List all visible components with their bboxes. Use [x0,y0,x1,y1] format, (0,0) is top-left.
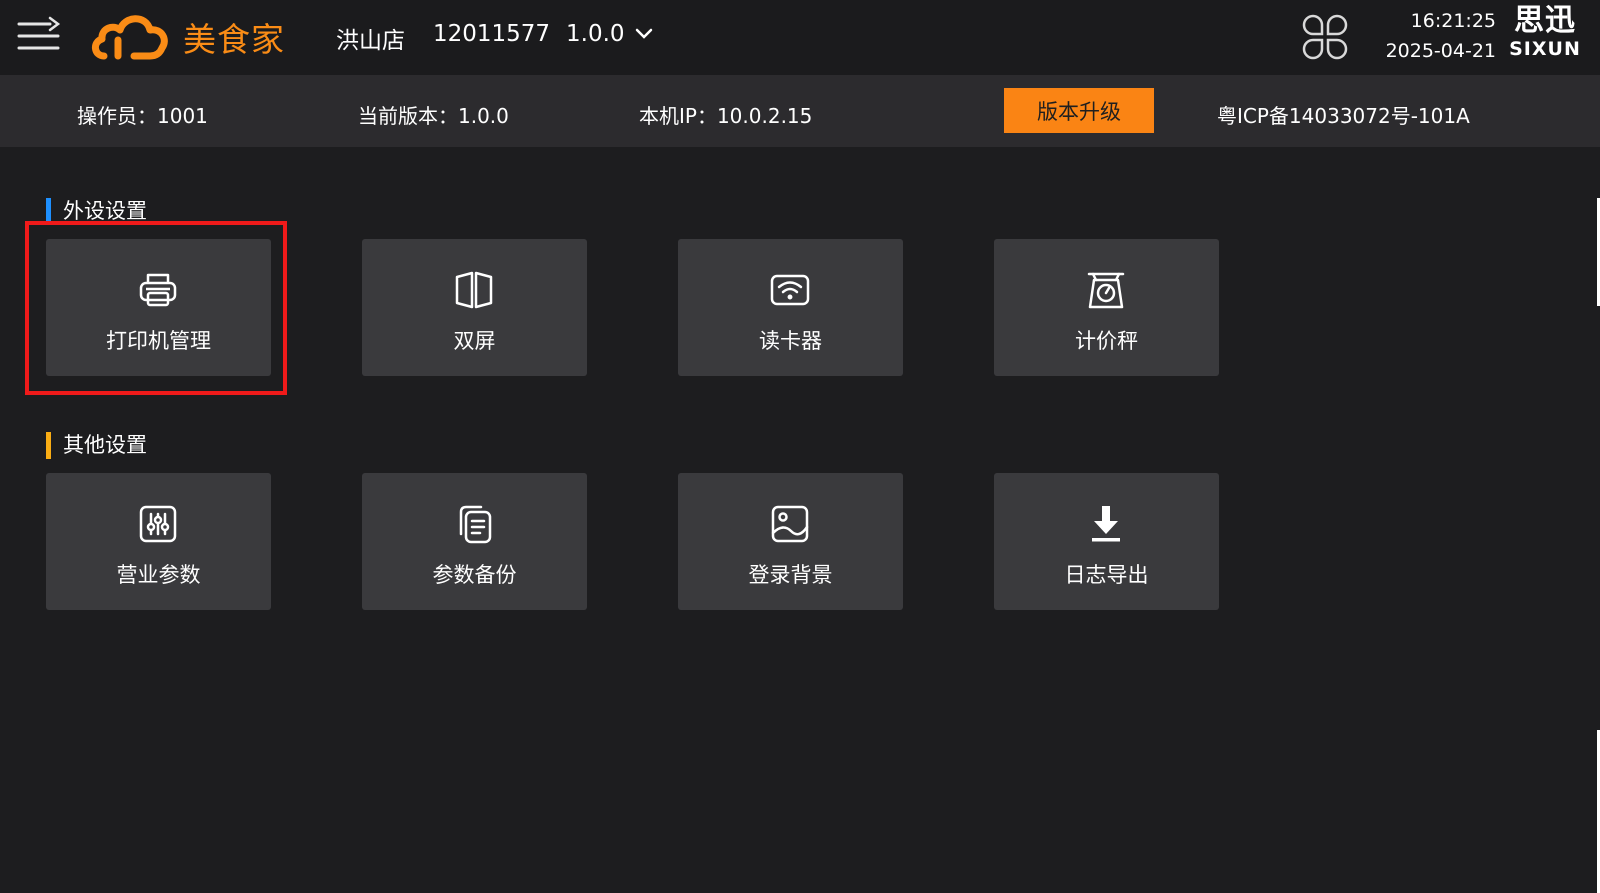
tile-label: 登录背景 [748,563,833,587]
cloud-logo-icon [92,15,168,60]
tile-label: 读卡器 [759,329,822,353]
vendor-name-cn: 思迅 [1514,3,1576,38]
version-label: 1.0.0 [566,21,625,47]
section-accent-bar [46,432,51,459]
scale-icon [1087,272,1125,309]
tile-label: 计价秤 [1075,329,1138,353]
tile-params-backup[interactable]: 参数备份 [362,473,587,610]
tile-label: 打印机管理 [106,329,211,353]
tile-label: 参数备份 [432,563,517,587]
info-bar: 操作员：1001 当前版本：1.0.0 本机IP：10.0.2.15 版本升级 … [0,75,1600,147]
section-title-label: 其他设置 [63,433,147,457]
store-id: 12011577 [433,21,551,47]
clock-time: 16:21:25 [1410,10,1496,32]
tile-login-background[interactable]: 登录背景 [678,473,903,610]
local-ip-info: 本机IP：10.0.2.15 [639,104,813,128]
current-version-info: 当前版本：1.0.0 [358,104,509,128]
tile-label: 双屏 [453,329,496,353]
vendor-logo: 思迅 SIXUN [1506,3,1584,61]
printer-icon [139,273,177,307]
section-accent-bar [46,198,51,225]
brand-name: 美食家 [183,20,285,59]
dual-screen-icon [455,271,493,309]
clock: 16:21:25 2025-04-21 [1376,8,1496,64]
section-title-peripherals: 外设设置 [46,198,147,225]
image-icon [771,505,809,543]
vendor-name-en: SIXUN [1509,38,1581,60]
version-dropdown[interactable]: 1.0.0 [566,21,653,47]
clock-date: 2025-04-21 [1385,40,1496,62]
apps-grid-icon[interactable] [1302,14,1348,60]
tile-label: 营业参数 [116,563,201,587]
card-reader-icon [770,274,810,306]
menu-icon[interactable] [14,10,64,60]
sliders-icon [139,505,177,543]
version-upgrade-button[interactable]: 版本升级 [1004,88,1154,133]
icp-license: 粤ICP备14033072号-101A [1217,104,1470,128]
tile-dual-screen[interactable]: 双屏 [362,239,587,376]
tile-log-export[interactable]: 日志导出 [994,473,1219,610]
tile-business-params[interactable]: 营业参数 [46,473,271,610]
top-bar: 美食家 洪山店 12011577 1.0.0 16:21:25 2025-04-… [0,0,1600,75]
store-name: 洪山店 [336,28,405,54]
tile-printer-management[interactable]: 打印机管理 [46,239,271,376]
operator-info: 操作员：1001 [77,104,208,128]
backup-icon [459,505,492,544]
section-title-other: 其他设置 [46,432,147,459]
tile-label: 日志导出 [1064,563,1149,587]
chevron-down-icon [635,28,652,39]
tile-pricing-scale[interactable]: 计价秤 [994,239,1219,376]
tile-card-reader[interactable]: 读卡器 [678,239,903,376]
section-title-label: 外设设置 [63,199,147,223]
download-icon [1092,506,1120,542]
